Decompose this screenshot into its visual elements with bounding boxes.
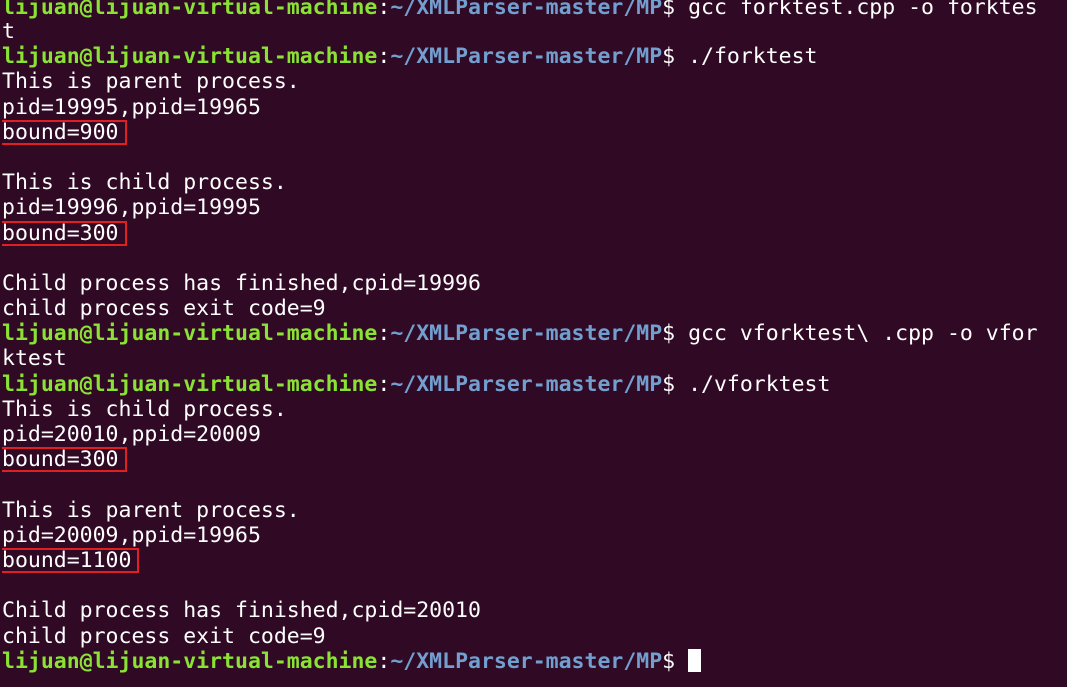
prompt-user-host: lijuan@lijuan-virtual-machine xyxy=(2,371,378,397)
command-text: ./forktest xyxy=(688,44,818,70)
output-text: child process exit code=9 xyxy=(2,296,326,322)
terminal-output: lijuan@lijuan-virtual-machine:~/XMLParse… xyxy=(2,0,1067,674)
prompt-colon: : xyxy=(377,648,391,674)
prompt-path: ~/XMLParser-master/MP xyxy=(390,44,663,70)
output-line: pid=20009,ppid=19965 xyxy=(2,523,1067,548)
prompt-line: lijuan@lijuan-virtual-machine:~/XMLParse… xyxy=(2,648,1067,674)
output-text: ktest xyxy=(2,346,67,372)
output-text: This is child process. xyxy=(2,396,287,422)
command-text: gcc vforktest\ .cpp -o vfor xyxy=(688,321,1038,347)
output-line-highlighted: bound=300 xyxy=(2,447,1067,473)
output-text: t xyxy=(2,19,15,44)
terminal-window[interactable]: lijuan@lijuan-virtual-machine:~/XMLParse… xyxy=(0,0,1067,687)
output-line: This is child process. xyxy=(2,397,1067,422)
prompt-symbol: $ xyxy=(662,44,689,70)
output-line: child process exit code=9 xyxy=(2,296,1067,321)
output-line: This is parent process. xyxy=(2,498,1067,523)
prompt-symbol: $ xyxy=(662,648,689,674)
prompt-symbol: $ xyxy=(662,321,689,347)
output-text: pid=19996,ppid=19995 xyxy=(2,195,261,221)
prompt-user-host: lijuan@lijuan-virtual-machine xyxy=(2,648,378,674)
command-text: gcc forktest.cpp -o forktes xyxy=(688,0,1038,19)
output-line-highlighted: bound=900 xyxy=(2,119,1067,145)
output-text: pid=20010,ppid=20009 xyxy=(2,422,261,447)
output-line: This is child process. xyxy=(2,170,1067,195)
prompt-path: ~/XMLParser-master/MP xyxy=(390,371,663,397)
output-text: Child process has finished,cpid=20010 xyxy=(2,598,481,624)
output-line: This is parent process. xyxy=(2,69,1067,94)
prompt-user-host: lijuan@lijuan-virtual-machine xyxy=(2,44,378,70)
highlight-box: bound=300 xyxy=(2,447,127,473)
prompt-line: lijuan@lijuan-virtual-machine:~/XMLParse… xyxy=(2,0,1067,19)
prompt-user-host: lijuan@lijuan-virtual-machine xyxy=(2,321,378,347)
prompt-colon: : xyxy=(377,371,391,397)
prompt-colon: : xyxy=(377,44,391,70)
prompt-path: ~/XMLParser-master/MP xyxy=(390,648,663,674)
output-line-highlighted: bound=300 xyxy=(2,220,1067,246)
cursor-block[interactable] xyxy=(688,648,702,672)
prompt-colon: : xyxy=(377,0,391,19)
prompt-line: lijuan@lijuan-virtual-machine:~/XMLParse… xyxy=(2,44,1067,69)
highlight-box: bound=1100 xyxy=(2,547,140,573)
output-line: child process exit code=9 xyxy=(2,624,1067,649)
output-text: This is child process. xyxy=(2,170,287,196)
output-text: pid=20009,ppid=19965 xyxy=(2,522,261,548)
output-line: pid=20010,ppid=20009 xyxy=(2,422,1067,447)
output-text: This is parent process. xyxy=(2,69,300,95)
prompt-path: ~/XMLParser-master/MP xyxy=(390,0,663,19)
output-line: Child process has finished,cpid=19996 xyxy=(2,271,1067,296)
output-text: Child process has finished,cpid=19996 xyxy=(2,270,481,296)
output-line: ktest xyxy=(2,346,1067,371)
prompt-path: ~/XMLParser-master/MP xyxy=(390,321,663,347)
output-text: This is parent process. xyxy=(2,497,300,523)
output-line: t xyxy=(2,19,1067,44)
output-text: pid=19995,ppid=19965 xyxy=(2,94,261,120)
output-line: pid=19996,ppid=19995 xyxy=(2,195,1067,220)
output-line: pid=19995,ppid=19965 xyxy=(2,95,1067,120)
prompt-symbol: $ xyxy=(662,371,689,397)
highlight-box: bound=300 xyxy=(2,220,127,246)
command-text: ./vforktest xyxy=(688,371,831,397)
output-line-highlighted: bound=1100 xyxy=(2,547,1067,573)
highlight-box: bound=900 xyxy=(2,119,127,145)
prompt-user-host: lijuan@lijuan-virtual-machine xyxy=(2,0,378,19)
output-line: Child process has finished,cpid=20010 xyxy=(2,598,1067,623)
prompt-colon: : xyxy=(377,321,391,347)
output-text: child process exit code=9 xyxy=(2,623,326,649)
prompt-symbol: $ xyxy=(662,0,689,19)
prompt-line: lijuan@lijuan-virtual-machine:~/XMLParse… xyxy=(2,372,1067,397)
prompt-line: lijuan@lijuan-virtual-machine:~/XMLParse… xyxy=(2,321,1067,346)
